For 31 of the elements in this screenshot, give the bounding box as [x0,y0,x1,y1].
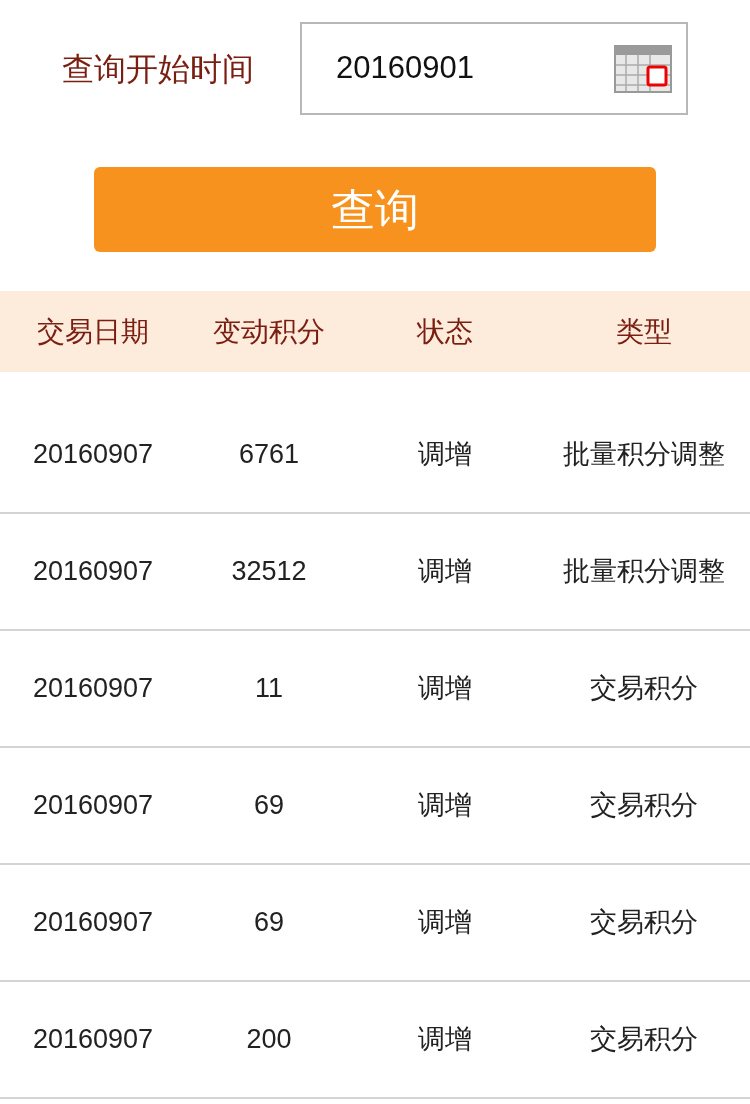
table-cell-text: 32512 [230,555,308,589]
calendar-icon[interactable] [614,44,672,93]
date-field[interactable]: 20160901 [300,22,688,115]
table-cell-text: 交易积分 [589,906,699,940]
table-cell-text: 调增 [417,555,473,589]
table-cell-text: 20160907 [31,555,155,589]
table-cell-text: 11 [254,672,284,706]
table-cell-text: 20160907 [31,1023,155,1057]
table-cell-text: 20160907 [31,789,155,823]
column-header: 变动积分 [212,314,326,349]
table-cell-text: 6761 [237,438,301,472]
table-cell-text: 20160907 [31,906,155,940]
table-cell-text: 69 [252,789,285,823]
table-cell-text: 批量积分调整 [562,555,726,589]
column-header: 类型 [615,314,673,349]
table-cell-text: 批量积分调整 [562,438,726,472]
table-cell-text: 69 [252,906,285,940]
table-cell-text: 调增 [417,906,473,940]
table-cell-text: 200 [245,1023,293,1057]
column-header: 状态 [416,314,474,349]
date-label: 查询开始时间 [62,49,255,89]
table-cell-text: 调增 [417,672,473,706]
table-cell-text: 调增 [417,789,473,823]
table-cell-text: 调增 [417,1023,473,1057]
table-cell-text: 交易积分 [589,789,699,823]
table-cell-text: 调增 [417,438,473,472]
table-cell-text: 交易积分 [589,672,699,706]
table-cell-text: 20160907 [31,672,155,706]
table-cell-text: 20160907 [31,438,155,472]
table-cell-text: 交易积分 [589,1023,699,1057]
column-header: 交易日期 [36,314,150,349]
